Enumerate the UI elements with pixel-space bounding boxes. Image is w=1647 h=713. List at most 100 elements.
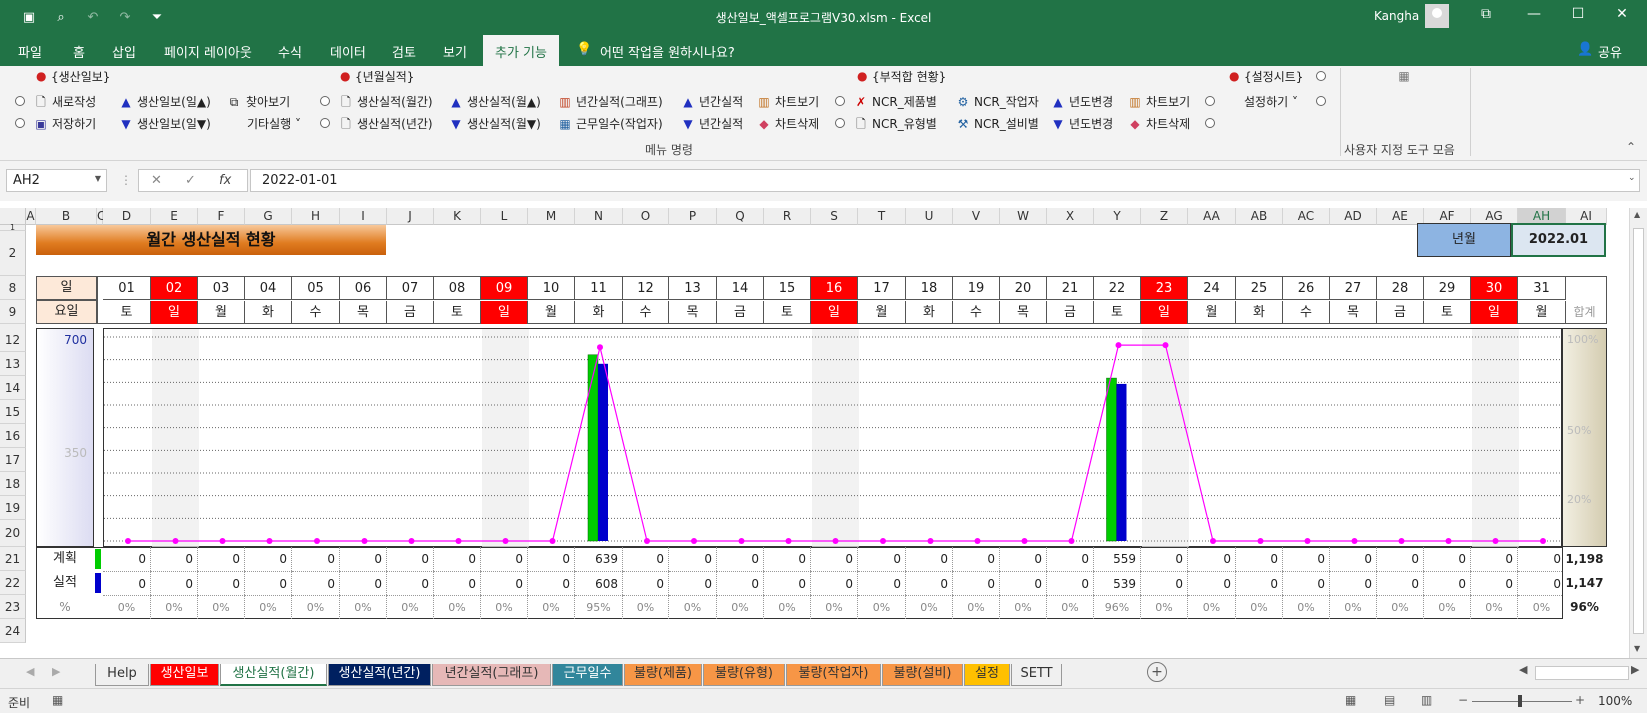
plan-cell[interactable]: 0 bbox=[717, 547, 764, 571]
ncr-equipment-button[interactable]: NCR_설비별 bbox=[974, 116, 1039, 132]
pct-cell[interactable]: 0% bbox=[717, 595, 764, 619]
plan-cell[interactable]: 0 bbox=[1000, 547, 1047, 571]
scroll-down-icon[interactable]: ▼ bbox=[1634, 644, 1640, 653]
name-box[interactable]: AH2 ▼ bbox=[6, 169, 107, 192]
pct-cell[interactable]: 0% bbox=[953, 595, 1000, 619]
plan-cell[interactable]: 0 bbox=[434, 547, 481, 571]
collapse-ribbon-icon[interactable]: ⌃ bbox=[1623, 139, 1639, 155]
hscroll-left-icon[interactable]: ◀ bbox=[1519, 663, 1527, 676]
actual-cell[interactable]: 0 bbox=[481, 571, 528, 595]
column-header-n[interactable]: N bbox=[575, 208, 623, 225]
tab-view[interactable]: 보기 bbox=[443, 42, 467, 61]
row-header-22[interactable]: 22 bbox=[0, 571, 26, 595]
sheet-tab[interactable]: 불량(유형) bbox=[703, 664, 785, 686]
tab-insert[interactable]: 삽입 bbox=[112, 42, 136, 61]
pct-cell[interactable]: 0% bbox=[669, 595, 717, 619]
row-header-13[interactable]: 13 bbox=[0, 352, 26, 376]
pct-cell[interactable]: 0% bbox=[1141, 595, 1188, 619]
zoom-level[interactable]: 100% bbox=[1598, 694, 1632, 708]
page-layout-view-icon[interactable]: ▤ bbox=[1384, 693, 1395, 707]
radio-option[interactable] bbox=[320, 96, 330, 106]
sheet-tab[interactable]: 근무일수 bbox=[552, 664, 623, 686]
actual-cell[interactable]: 0 bbox=[1518, 571, 1566, 595]
prev-sheet-icon[interactable]: ◀ bbox=[26, 665, 34, 678]
pct-cell[interactable]: 0% bbox=[1518, 595, 1566, 619]
ribbon-display-icon[interactable]: ⧉ bbox=[1474, 6, 1498, 26]
row-header-18[interactable]: 18 bbox=[0, 472, 26, 496]
zoom-out-icon[interactable]: − bbox=[1458, 693, 1468, 707]
column-header-i[interactable]: I bbox=[340, 208, 387, 225]
plan-cell[interactable]: 0 bbox=[1188, 547, 1236, 571]
sheet-tab[interactable]: 년간실적(그래프) bbox=[432, 664, 551, 686]
sheet-tab[interactable]: Help bbox=[95, 664, 149, 686]
actual-cell[interactable]: 0 bbox=[906, 571, 953, 595]
plan-cell[interactable]: 0 bbox=[1424, 547, 1471, 571]
actual-cell[interactable]: 0 bbox=[245, 571, 292, 595]
column-header-s[interactable]: S bbox=[811, 208, 858, 225]
plan-cell[interactable]: 0 bbox=[292, 547, 340, 571]
close-icon[interactable]: ✕ bbox=[1610, 6, 1634, 26]
actual-cell[interactable]: 0 bbox=[1236, 571, 1283, 595]
actual-cell[interactable]: 0 bbox=[858, 571, 906, 595]
column-header-e[interactable]: E bbox=[151, 208, 198, 225]
actual-cell[interactable]: 0 bbox=[103, 571, 151, 595]
column-header-ad[interactable]: AD bbox=[1330, 208, 1377, 225]
plan-cell[interactable]: 0 bbox=[481, 547, 528, 571]
add-sheet-icon[interactable]: + bbox=[1147, 662, 1167, 682]
plan-cell[interactable]: 0 bbox=[103, 547, 151, 571]
resize-handle-icon[interactable]: ⋮ bbox=[120, 173, 132, 187]
column-header-x[interactable]: X bbox=[1047, 208, 1094, 225]
radio-option[interactable] bbox=[835, 96, 845, 106]
tab-formulas[interactable]: 수식 bbox=[278, 42, 302, 61]
actual-cell[interactable]: 0 bbox=[1330, 571, 1377, 595]
tab-home[interactable]: 홈 bbox=[73, 42, 85, 61]
column-header-k[interactable]: K bbox=[434, 208, 481, 225]
year-down-button[interactable]: 년간실적 bbox=[699, 116, 743, 132]
plan-cell[interactable]: 0 bbox=[528, 547, 575, 571]
tab-data[interactable]: 데이터 bbox=[330, 42, 366, 61]
column-header-h[interactable]: H bbox=[292, 208, 340, 225]
radio-option[interactable] bbox=[320, 118, 330, 128]
scroll-up-icon[interactable]: ▲ bbox=[1634, 210, 1640, 219]
column-header-z[interactable]: Z bbox=[1141, 208, 1188, 225]
zoom-slider[interactable] bbox=[1472, 701, 1572, 702]
pct-cell[interactable]: 95% bbox=[575, 595, 623, 619]
horizontal-scrollbar[interactable] bbox=[1535, 666, 1629, 680]
chart-view-button[interactable]: 차트보기 bbox=[775, 94, 819, 110]
pct-cell[interactable]: 0% bbox=[906, 595, 953, 619]
row-header-14[interactable]: 14 bbox=[0, 376, 26, 400]
pct-cell[interactable]: 0% bbox=[292, 595, 340, 619]
normal-view-icon[interactable]: ▦ bbox=[1345, 693, 1356, 707]
column-header-p[interactable]: P bbox=[669, 208, 717, 225]
sheet-tab[interactable]: 생산실적(년간) bbox=[328, 664, 431, 686]
year-change-up-button[interactable]: 년도변경 bbox=[1069, 94, 1113, 110]
minimize-icon[interactable]: — bbox=[1522, 6, 1546, 26]
chart-delete-button[interactable]: 차트삭제 bbox=[775, 116, 819, 132]
actual-cell[interactable]: 0 bbox=[434, 571, 481, 595]
actual-cell[interactable]: 0 bbox=[669, 571, 717, 595]
ncr-type-button[interactable]: NCR_유형별 bbox=[872, 116, 937, 132]
yearly-button[interactable]: 생산실적(년간) bbox=[357, 116, 433, 132]
column-header-b[interactable]: B bbox=[36, 208, 97, 225]
row-header-15[interactable]: 15 bbox=[0, 400, 26, 424]
toolbar-icon[interactable]: ▦ bbox=[1396, 68, 1412, 84]
actual-cell[interactable]: 539 bbox=[1094, 571, 1141, 595]
column-header-aa[interactable]: AA bbox=[1188, 208, 1236, 225]
share-button[interactable]: 공유 bbox=[1598, 42, 1622, 61]
actual-cell[interactable]: 0 bbox=[1141, 571, 1188, 595]
actual-cell[interactable]: 0 bbox=[1188, 571, 1236, 595]
actual-cell[interactable]: 0 bbox=[528, 571, 575, 595]
new-button[interactable]: 새로작성 bbox=[52, 94, 96, 110]
plan-cell[interactable]: 0 bbox=[669, 547, 717, 571]
monthly-button[interactable]: 생산실적(월간) bbox=[357, 94, 433, 110]
plan-cell[interactable]: 0 bbox=[906, 547, 953, 571]
other-run-dropdown[interactable]: 기타실행 ˅ bbox=[247, 116, 301, 132]
actual-cell[interactable]: 0 bbox=[1471, 571, 1518, 595]
row-header-2[interactable]: 2 bbox=[0, 231, 26, 276]
zoom-slider-thumb[interactable] bbox=[1518, 695, 1522, 707]
column-header-o[interactable]: O bbox=[623, 208, 669, 225]
sheet-tab[interactable]: 불량(제품) bbox=[624, 664, 702, 686]
actual-cell[interactable]: 0 bbox=[717, 571, 764, 595]
column-header-a[interactable]: A bbox=[26, 208, 36, 225]
chevron-down-icon[interactable]: ▼ bbox=[95, 174, 101, 183]
